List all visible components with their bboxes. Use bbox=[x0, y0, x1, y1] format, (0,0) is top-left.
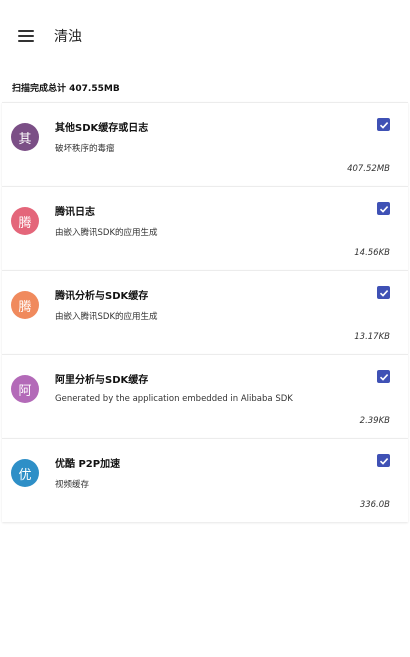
avatar: 腾 bbox=[11, 207, 39, 235]
item-description: 由嵌入腾讯SDK的应用生成 bbox=[55, 228, 158, 238]
item-checkbox[interactable] bbox=[377, 202, 390, 215]
item-title: 其他SDK缓存或日志 bbox=[55, 123, 149, 134]
item-size: 2.39KB bbox=[359, 416, 390, 426]
avatar: 腾 bbox=[11, 291, 39, 319]
item-size: 336.0B bbox=[359, 500, 390, 510]
check-icon bbox=[379, 373, 388, 381]
list-item[interactable]: 其 其他SDK缓存或日志 破坏秩序的毒瘤 407.52MB bbox=[2, 102, 408, 186]
menu-icon[interactable] bbox=[18, 30, 34, 42]
app-title: 清浊 bbox=[54, 29, 82, 45]
check-icon bbox=[379, 457, 388, 465]
avatar: 阿 bbox=[11, 375, 39, 403]
item-title: 优酷 P2P加速 bbox=[55, 459, 121, 470]
item-checkbox[interactable] bbox=[377, 286, 390, 299]
item-checkbox[interactable] bbox=[377, 454, 390, 467]
avatar: 优 bbox=[11, 459, 39, 487]
check-icon bbox=[379, 121, 388, 129]
app-bar: 清浊 bbox=[0, 0, 410, 72]
item-title: 阿里分析与SDK缓存 bbox=[55, 375, 149, 386]
item-description: Generated by the application embedded in… bbox=[55, 394, 293, 404]
check-icon bbox=[379, 205, 388, 213]
item-description: 视频缓存 bbox=[55, 480, 90, 490]
item-title: 腾讯日志 bbox=[55, 207, 95, 218]
item-size: 14.56KB bbox=[354, 248, 390, 258]
check-icon bbox=[379, 289, 388, 297]
item-description: 破坏秩序的毒瘤 bbox=[55, 144, 115, 154]
list-item[interactable]: 阿 阿里分析与SDK缓存 Generated by the applicatio… bbox=[2, 354, 408, 438]
item-size: 13.17KB bbox=[354, 332, 390, 342]
list-item[interactable]: 腾 腾讯分析与SDK缓存 由嵌入腾讯SDK的应用生成 13.17KB bbox=[2, 270, 408, 354]
item-size: 407.52MB bbox=[347, 164, 390, 174]
cache-list: 其 其他SDK缓存或日志 破坏秩序的毒瘤 407.52MB 腾 腾讯日志 由嵌入… bbox=[0, 102, 410, 522]
item-checkbox[interactable] bbox=[377, 118, 390, 131]
item-description: 由嵌入腾讯SDK的应用生成 bbox=[55, 312, 158, 322]
avatar: 其 bbox=[11, 123, 39, 151]
item-title: 腾讯分析与SDK缓存 bbox=[55, 291, 149, 302]
list-item[interactable]: 腾 腾讯日志 由嵌入腾讯SDK的应用生成 14.56KB bbox=[2, 186, 408, 270]
list-item[interactable]: 优 优酷 P2P加速 视频缓存 336.0B bbox=[2, 438, 408, 522]
item-checkbox[interactable] bbox=[377, 370, 390, 383]
scan-summary: 扫描完成总计 407.55MB bbox=[12, 83, 120, 94]
